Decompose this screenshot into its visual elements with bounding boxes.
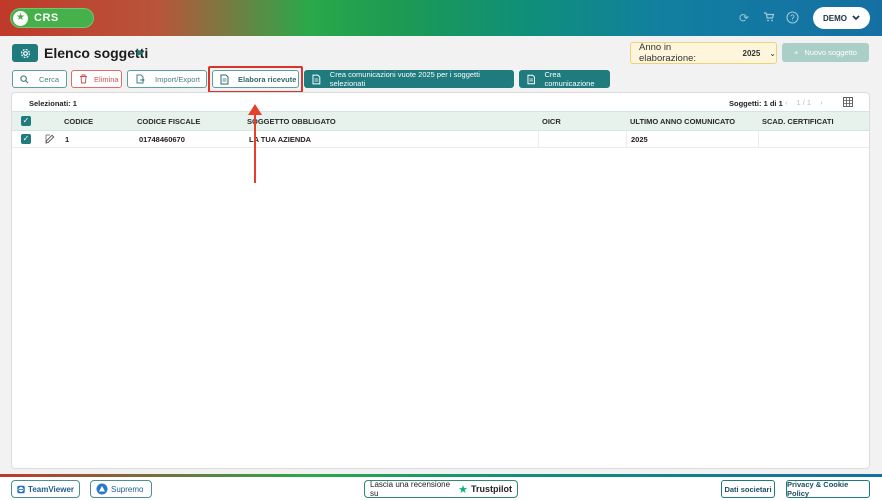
col-codice-fiscale[interactable]: CODICE FISCALE: [137, 117, 200, 126]
footer: TeamViewer Supremo Lascia una recensione…: [0, 477, 882, 501]
trash-icon: [80, 74, 87, 84]
top-bar: ★ CRS ⟳ ? DEMO: [0, 0, 882, 36]
search-icon: [20, 74, 29, 84]
teamviewer-label: TeamViewer: [28, 484, 74, 494]
supremo-label: Supremo: [111, 484, 144, 494]
create-communication-button[interactable]: Crea comunicazione: [519, 70, 610, 88]
page-title: Elenco soggetti: [44, 45, 149, 61]
cell-codice: 1: [65, 135, 70, 144]
cell-codice-fiscale: 01748460670: [139, 135, 185, 144]
import-export-button[interactable]: Import/Export: [127, 70, 207, 88]
plus-icon: +: [794, 48, 799, 57]
col-codice[interactable]: CODICE: [64, 117, 93, 126]
play-icon[interactable]: ▶: [137, 47, 144, 58]
column-divider: [626, 131, 627, 148]
columns-grid-icon[interactable]: [843, 97, 853, 107]
col-ultimo-anno[interactable]: ULTIMO ANNO COMUNICATO: [630, 117, 735, 126]
help-icon[interactable]: ?: [785, 11, 799, 25]
export-file-icon: [136, 74, 145, 84]
col-oicr[interactable]: OICR: [542, 117, 561, 126]
highlight-box: [208, 66, 303, 93]
search-button[interactable]: Cerca: [12, 70, 67, 88]
col-scad-certificati[interactable]: SCAD. CERTIFICATI: [762, 117, 834, 126]
search-label: Cerca: [39, 74, 60, 84]
settings-button[interactable]: [12, 44, 38, 62]
user-menu-button[interactable]: DEMO: [813, 7, 870, 29]
logo-text: CRS: [34, 12, 59, 24]
document-icon: [312, 74, 321, 84]
column-divider: [538, 131, 539, 148]
refresh-icon[interactable]: ⟳: [737, 11, 751, 25]
chevron-down-icon: ⌄: [769, 48, 776, 58]
subjects-count: Soggetti: 1 di 1: [729, 99, 783, 108]
delete-label: Elimina: [94, 74, 119, 84]
create-communication-label: Crea comunicazione: [544, 70, 595, 88]
table-row[interactable]: ✓ 1 01748460670 LA TUA AZIENDA 2025: [12, 131, 869, 148]
table-header: ✓ CODICE CODICE FISCALE SOGGETTO OBBLIGA…: [12, 111, 869, 131]
year-selector[interactable]: Anno in elaborazione: 2025 ⌄: [630, 42, 777, 64]
review-prefix: Lascia una recensione su: [370, 480, 451, 498]
svg-text:?: ?: [790, 13, 795, 22]
star-icon: ★: [13, 10, 28, 26]
teamviewer-icon: [17, 485, 25, 493]
selected-count: Selezionati: 1: [29, 99, 77, 108]
trustpilot-label: Trustpilot: [471, 484, 512, 494]
annotation-arrow-line: [254, 112, 256, 183]
supremo-icon: [96, 483, 108, 495]
supremo-button[interactable]: Supremo: [90, 480, 152, 498]
next-page-icon[interactable]: ›: [820, 98, 823, 107]
teamviewer-button[interactable]: TeamViewer: [11, 480, 80, 498]
gear-icon: [20, 48, 30, 58]
chevron-down-icon: [852, 15, 860, 21]
row-checkbox[interactable]: ✓: [21, 134, 31, 144]
new-subject-button[interactable]: + Nuovo soggetto: [782, 43, 869, 62]
create-empty-label: Crea comunicazioni vuote 2025 per i sogg…: [329, 70, 480, 88]
year-label: Anno in elaborazione:: [639, 42, 697, 64]
document-icon: [527, 74, 536, 84]
cart-icon[interactable]: [762, 11, 776, 25]
edit-icon[interactable]: [45, 134, 55, 144]
col-soggetto[interactable]: SOGGETTO OBBLIGATO: [247, 117, 336, 126]
pagination: ‹ 1 / 1 ›: [785, 98, 823, 107]
privacy-policy-button[interactable]: Privacy & Cookie Policy: [786, 480, 870, 498]
company-data-button[interactable]: Dati societari: [721, 480, 775, 498]
trustpilot-review-button[interactable]: Lascia una recensione su ★ Trustpilot: [364, 480, 518, 498]
cell-ultimo-anno: 2025: [631, 135, 648, 144]
prev-page-icon[interactable]: ‹: [785, 98, 788, 107]
page-indicator: 1 / 1: [796, 98, 812, 107]
year-value: 2025: [742, 48, 761, 58]
delete-button[interactable]: Elimina: [71, 70, 122, 88]
select-all-checkbox[interactable]: ✓: [21, 116, 31, 126]
cell-soggetto: LA TUA AZIENDA: [249, 135, 312, 144]
user-menu-label: DEMO: [823, 13, 847, 23]
trustpilot-star-icon: ★: [458, 483, 468, 496]
app-logo[interactable]: ★ CRS: [10, 8, 94, 28]
subjects-table-panel: Selezionati: 1 Soggetti: 1 di 1 ‹ 1 / 1 …: [12, 93, 869, 468]
import-export-label: Import/Export: [155, 74, 201, 84]
create-empty-communications-button[interactable]: Crea comunicazioni vuote 2025 per i sogg…: [304, 70, 514, 88]
new-subject-label: Nuovo soggetto: [804, 48, 857, 57]
column-divider: [758, 131, 759, 148]
